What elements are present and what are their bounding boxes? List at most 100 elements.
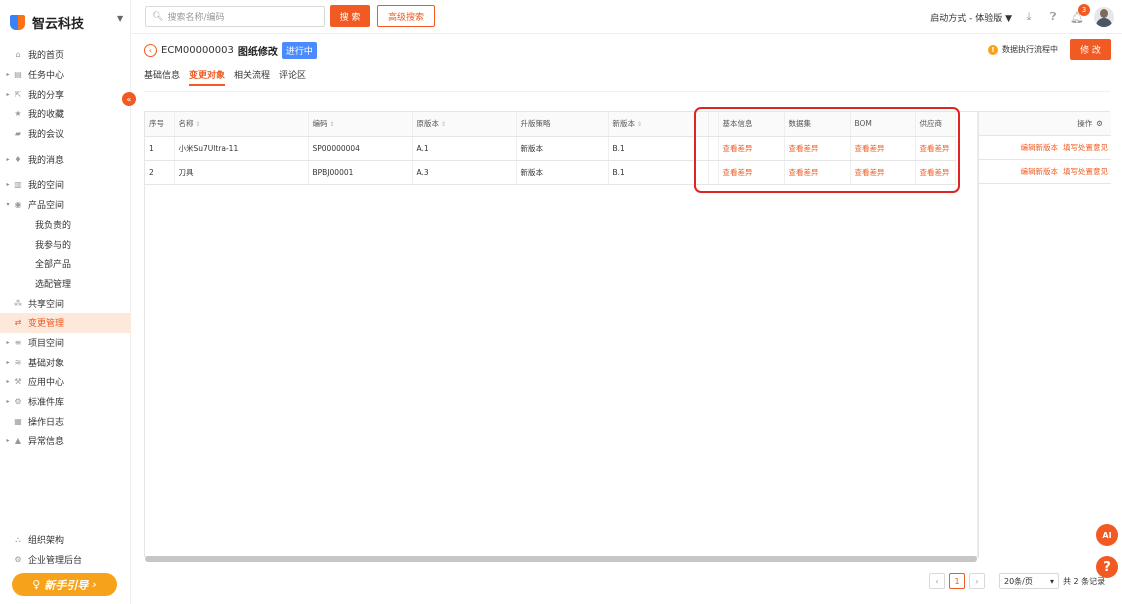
sidebar-item[interactable]: ▸ ⚙ 标准件库 — [0, 392, 131, 412]
sidebar-item[interactable]: ▸ ▲ 异常信息 — [0, 431, 131, 451]
search-button[interactable]: 搜 索 — [330, 5, 370, 27]
tab[interactable]: 基础信息 — [144, 68, 180, 86]
shared-icon: ⁂ — [14, 298, 22, 308]
sidebar-item-label: 全部产品 — [35, 260, 72, 271]
sidebar-item[interactable]: ▰ 我的会议 — [0, 124, 131, 144]
page-size-label: 20条/页 — [1004, 576, 1033, 586]
column-header[interactable]: 编码 ⇕ — [308, 112, 413, 137]
fill-disposition-link[interactable]: 填写处置意见 — [1063, 142, 1108, 153]
change-order-code: ECM00000003 — [161, 44, 234, 56]
view-diff-link[interactable]: 查看差异 — [784, 136, 851, 161]
newbie-guide-button[interactable]: ♀ 新手引导 › — [12, 573, 117, 596]
column-header[interactable]: 名称 ⇕ — [174, 112, 309, 137]
brand-dropdown-icon[interactable]: ▼ — [117, 14, 123, 23]
horizontal-scrollbar[interactable] — [145, 556, 977, 562]
search-input[interactable]: 🔍︎ 搜索名称/编码 — [145, 6, 325, 27]
view-diff-link[interactable]: 查看差异 — [784, 160, 851, 185]
next-page-button[interactable]: › — [969, 573, 985, 589]
operations-rows: 编辑新版本 填写处置意见 编辑新版本 填写处置意见 — [979, 136, 1111, 184]
sidebar-item[interactable]: 我负责的 — [0, 215, 131, 235]
table-row: 2 刀具 BPBJ00001 A.3 新版本 B.1 查看差异 查看差异 查看差异 查看差异 — [145, 160, 956, 185]
column-header-label: 新版本 — [612, 119, 636, 129]
edit-button[interactable]: 修 改 — [1070, 39, 1111, 60]
sidebar-item[interactable]: ▸ ≡ 项目空间 — [0, 333, 131, 353]
sort-icon[interactable]: ⇕ — [194, 121, 200, 128]
tab[interactable]: 相关流程 — [234, 68, 270, 86]
sidebar-nav: ⌂ 我的首页 ▸ ▤ 任务中心 ▸ ⇱ 我的分享 ★ 我的收藏 ▰ 我的会议 ▸ ♦ 我的消息 ▸ ▥ 我的空间 ▾… — [0, 45, 131, 451]
home-icon: ⌂ — [15, 50, 21, 60]
sort-icon[interactable]: ⇕ — [439, 121, 446, 128]
sidebar-item[interactable]: ⌂ 我的首页 — [0, 45, 131, 65]
column-header[interactable]: 新版本 ⇕ — [608, 112, 709, 137]
sidebar-item-label: 基础对象 — [28, 358, 65, 369]
column-header[interactable]: 原版本 ⇕ — [412, 112, 517, 137]
collapse-sidebar-button[interactable]: « — [122, 92, 136, 106]
view-diff-link[interactable]: 查看差异 — [915, 136, 956, 161]
advanced-search-button[interactable]: 高级搜索 — [377, 5, 435, 27]
expand-arrow-icon: ▸ — [6, 155, 10, 163]
sidebar-item[interactable]: ▦ 操作日志 — [0, 411, 131, 431]
sidebar-item-label: 我的会议 — [28, 130, 65, 141]
app-root: 智云科技 ▼ ⌂ 我的首页 ▸ ▤ 任务中心 ▸ ⇱ 我的分享 ★ 我的收藏 ▰ 我的会议 ▸ ♦ 我的消息… — [0, 0, 1122, 604]
data-table: 序号 名称 ⇕ 编码 ⇕ 原版本 ⇕ 升版策略 新版本 ⇕ 基本信息 数据集 BOM 供应商 1小… — [145, 112, 956, 185]
view-diff-link[interactable]: 查看差异 — [718, 160, 785, 185]
sidebar-item[interactable]: ▸ ▥ 我的空间 — [0, 175, 131, 195]
org-icon: ⛬ — [15, 534, 21, 544]
brand[interactable]: 智云科技 — [10, 9, 84, 35]
edit-new-version-link[interactable]: 编辑新版本 — [1021, 166, 1059, 177]
sidebar-item-label: 操作日志 — [28, 417, 65, 428]
table-cell-new: B.1 — [608, 160, 709, 185]
download-icon[interactable]: ⤓ — [1022, 10, 1036, 24]
page-1-button[interactable]: 1 — [949, 573, 965, 589]
sidebar-item[interactable]: ★ 我的收藏 — [0, 104, 131, 124]
sidebar-item[interactable]: ▸ ⇱ 我的分享 — [0, 84, 131, 104]
avatar[interactable] — [1094, 7, 1114, 27]
sidebar-item[interactable]: 选配管理 — [0, 274, 131, 294]
page-title: 图纸修改 — [237, 46, 278, 58]
help-float-button[interactable]: ? — [1096, 556, 1118, 578]
ai-assistant-button[interactable]: AI — [1096, 524, 1118, 546]
settings-gear-icon[interactable]: ⚙ — [1096, 119, 1103, 128]
expand-arrow-icon: ▸ — [6, 90, 10, 98]
launch-mode-select[interactable]: 启动方式 - 体验版 ▼ — [930, 11, 1012, 24]
sidebar-bottom-item[interactable]: ⛬ 组织架构 — [0, 530, 131, 550]
edit-new-version-link[interactable]: 编辑新版本 — [1021, 142, 1059, 153]
fill-disposition-link[interactable]: 填写处置意见 — [1063, 166, 1108, 177]
column-header: 序号 — [145, 112, 175, 137]
prev-page-button[interactable]: ‹ — [929, 573, 945, 589]
column-header-label: 原版本 — [416, 119, 440, 129]
sidebar-item-label: 共享空间 — [28, 299, 65, 310]
view-diff-link[interactable]: 查看差异 — [850, 136, 916, 161]
sidebar-item[interactable]: ▸ ≋ 基础对象 — [0, 352, 131, 372]
sidebar-item[interactable]: ▸ ▤ 任务中心 — [0, 65, 131, 85]
sort-icon[interactable]: ⇕ — [635, 121, 642, 128]
sort-icon[interactable]: ⇕ — [328, 121, 334, 128]
topbar-actions: 启动方式 - 体验版 ▼ ⤓ ❓︎ 🔔︎ 3 — [930, 4, 1114, 30]
search-icon: 🔍︎ — [152, 11, 164, 22]
help-icon[interactable]: ❓︎ — [1046, 10, 1060, 24]
page-size-select[interactable]: 20条/页 ▾ — [999, 573, 1059, 589]
expand-arrow-icon: ▸ — [6, 378, 10, 386]
sidebar-item[interactable]: ▸ ♦ 我的消息 — [0, 149, 131, 169]
sidebar-item[interactable]: ⇄ 变更管理 — [0, 312, 131, 333]
table-row: 1 小米Su7Ultra-11 SP00000004 A.1 新版本 B.1 查看差异 查看差… — [145, 136, 956, 161]
sidebar-item-label: 我负责的 — [35, 220, 72, 231]
status-badge: 进行中 — [281, 41, 317, 59]
tab[interactable]: 评论区 — [279, 68, 306, 86]
chevron-right-icon: › — [92, 578, 97, 591]
tab[interactable]: 变更对象 — [189, 68, 226, 86]
space-icon: ▥ — [14, 180, 22, 190]
column-header: 数据集 — [784, 112, 851, 137]
sidebar-item[interactable]: ▾ ◉ 产品空间 — [0, 195, 131, 215]
view-diff-link[interactable]: 查看差异 — [718, 136, 785, 161]
back-icon[interactable]: ‹ — [144, 43, 157, 57]
view-diff-link[interactable]: 查看差异 — [850, 160, 916, 185]
view-diff-link[interactable]: 查看差异 — [915, 160, 956, 185]
notification-bell-icon[interactable]: 🔔︎ 3 — [1070, 4, 1090, 24]
sidebar-bottom-item[interactable]: ⚙ 企业管理后台 — [0, 550, 131, 570]
sidebar-item[interactable]: 我参与的 — [0, 234, 131, 254]
sidebar-item[interactable]: 全部产品 — [0, 254, 131, 274]
sidebar-item[interactable]: ⁂ 共享空间 — [0, 293, 131, 313]
operations-header-label: 操作 — [1077, 119, 1093, 128]
sidebar-item[interactable]: ▸ ⚒ 应用中心 — [0, 372, 131, 392]
